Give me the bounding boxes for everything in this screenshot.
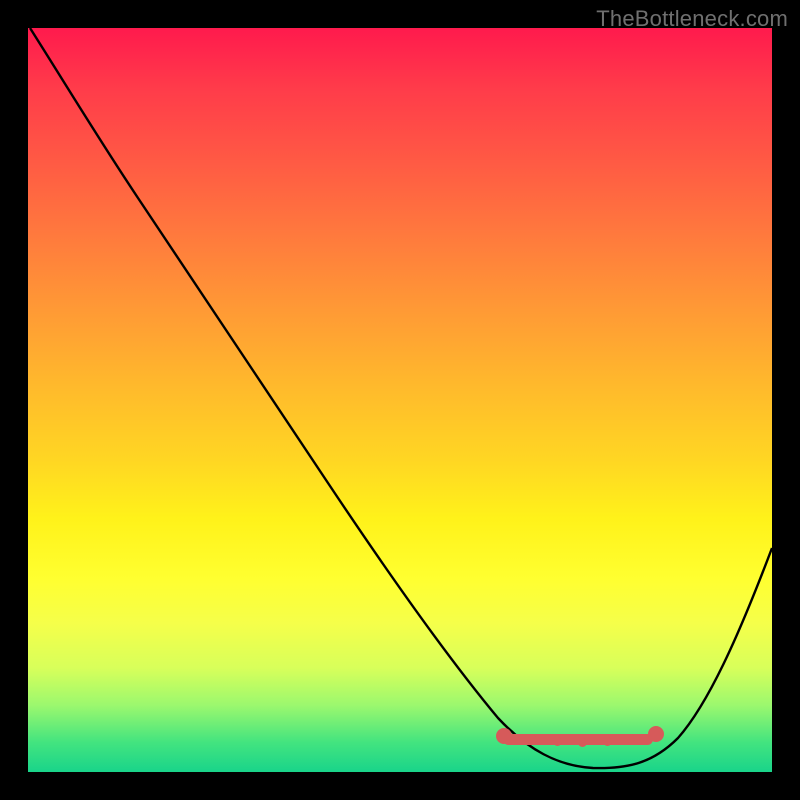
- highlight-dot: [603, 737, 612, 746]
- highlight-marker-right: [648, 726, 664, 742]
- highlight-marker-left: [496, 728, 512, 744]
- plot-area: [28, 28, 772, 772]
- highlight-dot: [626, 734, 635, 743]
- bottleneck-curve: [28, 28, 772, 772]
- curve-path: [30, 28, 772, 768]
- highlight-dot: [528, 735, 537, 744]
- chart-frame: TheBottleneck.com: [0, 0, 800, 800]
- highlight-dot: [553, 737, 562, 746]
- highlight-dot: [578, 738, 587, 747]
